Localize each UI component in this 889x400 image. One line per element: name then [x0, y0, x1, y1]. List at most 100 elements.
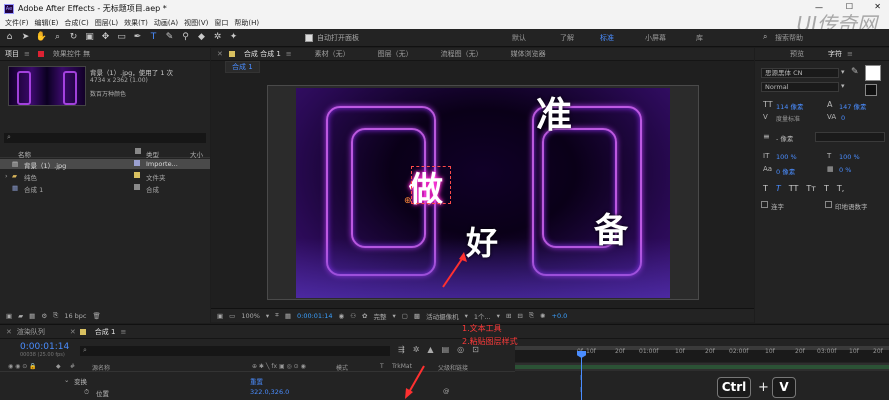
tab-preview[interactable]: 预览	[785, 49, 809, 59]
subscript-button[interactable]: T,	[837, 184, 844, 193]
anchor-tool-icon[interactable]: ✥	[99, 31, 112, 44]
col-type[interactable]: 类型	[146, 149, 159, 159]
col-size[interactable]: 大小	[190, 149, 203, 159]
panel-menu-icon[interactable]: ≡	[120, 328, 126, 336]
tab-project[interactable]: 项目	[0, 49, 24, 59]
stroke-color-swatch[interactable]	[865, 84, 877, 96]
col-name[interactable]: 名称	[18, 149, 31, 159]
timeline-search-input[interactable]: ⌕	[80, 346, 390, 356]
new-comp-icon[interactable]: ▦	[29, 312, 35, 320]
tab-media-browser[interactable]: 媒体浏览器	[506, 49, 551, 59]
font-family-select[interactable]: 思源黑体 CN	[761, 68, 839, 78]
file-row[interactable]: ▦ 合成 1 合成	[0, 183, 210, 194]
tab-render-queue[interactable]: 渲染队列	[12, 327, 50, 337]
close-tab-icon[interactable]: ✕	[217, 50, 223, 58]
dropdown-icon[interactable]: ▾	[266, 312, 269, 320]
views-select[interactable]: 1个...	[474, 311, 491, 321]
baseline-value[interactable]: 0 像素	[776, 166, 795, 176]
canvas-text-bei[interactable]: 备	[594, 203, 628, 252]
show-snapshot-icon[interactable]: ⚇	[350, 312, 356, 320]
hindi-digits-checkbox[interactable]	[825, 201, 832, 208]
shy-icon[interactable]: ▲	[427, 345, 433, 354]
superscript-button[interactable]: T	[824, 184, 829, 193]
keyframe-marker-icon[interactable]: I	[580, 386, 582, 394]
pickwhip-icon[interactable]: @	[443, 387, 450, 395]
frame-blend-icon[interactable]: ▤	[442, 345, 450, 354]
workspace-small-screen[interactable]: 小屏幕	[645, 33, 666, 43]
zoom-select[interactable]: 100%	[241, 312, 260, 320]
small-caps-button[interactable]: Tт	[806, 184, 816, 193]
stroke-type-select[interactable]	[815, 132, 885, 142]
font-size-value[interactable]: 114 像素	[776, 101, 803, 111]
hand-tool-icon[interactable]: ✋	[35, 31, 48, 44]
workspace-learn[interactable]: 了解	[560, 33, 574, 43]
snapshot-icon[interactable]: ◉	[339, 312, 345, 320]
tsume-value[interactable]: 0 %	[839, 166, 851, 174]
dropdown-icon[interactable]: ▾	[841, 82, 845, 90]
menu-file[interactable]: 文件(F)	[5, 18, 29, 28]
panel-menu-icon[interactable]: ≡	[847, 50, 853, 58]
brush-tool-icon[interactable]: ✎	[163, 31, 176, 44]
home-icon[interactable]: ⌂	[3, 31, 16, 44]
keyframe-marker-icon[interactable]: I	[580, 374, 582, 382]
menu-window[interactable]: 窗口	[214, 18, 228, 28]
tab-layer[interactable]: 图层（无）	[373, 49, 418, 59]
flowchart-icon[interactable]: ⎘	[529, 311, 534, 320]
pen-tool-icon[interactable]: ✒	[131, 31, 144, 44]
resolution-select[interactable]: 完整	[373, 311, 386, 321]
roto-tool-icon[interactable]: ✲	[211, 31, 224, 44]
interpret-footage-icon[interactable]: ▣	[6, 312, 12, 320]
col-source-name[interactable]: 源名称	[92, 363, 110, 372]
stroke-width-value[interactable]: - 像素	[776, 133, 793, 143]
rotate-tool-icon[interactable]: ↻	[67, 31, 80, 44]
position-row[interactable]: ⏱ 位置 322.0,326.0 @	[0, 387, 515, 398]
clone-tool-icon[interactable]: ⚲	[179, 31, 192, 44]
camera-select[interactable]: 活动摄像机	[426, 311, 459, 321]
time-ruler[interactable]: 0f 10f 20f 01:00f 10f 20f 02:00f 10f 20f…	[515, 346, 889, 362]
camera-tool-icon[interactable]: ▣	[83, 31, 96, 44]
workspace-standard[interactable]: 标准	[600, 33, 614, 43]
grid-icon[interactable]: ▦	[285, 312, 291, 320]
canvas-text-hao[interactable]: 好	[466, 218, 498, 264]
menu-animation[interactable]: 动画(A)	[154, 18, 178, 28]
new-folder-icon[interactable]: ▰	[18, 312, 23, 320]
tab-footage[interactable]: 素材（无）	[310, 49, 355, 59]
delete-icon[interactable]: 🗑	[93, 312, 101, 320]
panel-menu-icon[interactable]: ≡	[286, 50, 292, 58]
timeline-timecode[interactable]: 0:00:01:14	[20, 342, 69, 352]
col-mode[interactable]: 模式	[336, 363, 348, 372]
canvas-text-zhun[interactable]: 准	[536, 88, 572, 138]
menu-edit[interactable]: 编辑(E)	[35, 18, 59, 28]
expand-arrow-icon[interactable]: ⌄	[64, 376, 69, 384]
region-icon[interactable]: ▢	[402, 312, 408, 320]
transparency-grid-icon[interactable]: ▩	[414, 312, 420, 320]
layer-duration-bar[interactable]	[515, 365, 889, 369]
flowchart-icon[interactable]: ⎘	[53, 311, 58, 320]
rect-tool-icon[interactable]: ▭	[115, 31, 128, 44]
vertical-scale-value[interactable]: 100 %	[776, 153, 797, 161]
file-row[interactable]: ▤ 背景（1）.jpg Importe...	[0, 159, 210, 170]
leading-value[interactable]: 147 像素	[839, 101, 866, 111]
channel-icon[interactable]: ✿	[362, 312, 367, 320]
render-settings-icon[interactable]: ⚙	[41, 312, 47, 320]
selection-tool-icon[interactable]: ➤	[19, 31, 32, 44]
auto-open-checkbox[interactable]	[305, 34, 313, 42]
project-search-input[interactable]: ⌕	[4, 133, 206, 143]
comp-flow-icon[interactable]: ⇶	[398, 345, 405, 354]
panel-menu-icon[interactable]: ≡	[24, 50, 30, 58]
exposure-value[interactable]: +0.0	[552, 312, 568, 320]
menu-layer[interactable]: 图层(L)	[95, 18, 118, 28]
monitor-icon[interactable]: ▭	[229, 312, 235, 320]
puppet-tool-icon[interactable]: ✦	[227, 31, 240, 44]
ligature-checkbox[interactable]	[761, 201, 768, 208]
tab-timeline-comp[interactable]: 合成 1	[90, 327, 121, 337]
draft-3d-icon[interactable]: ✲	[413, 345, 420, 354]
file-row[interactable]: › ▰ 纯色 文件夹	[0, 171, 210, 182]
fill-color-swatch[interactable]	[865, 65, 881, 81]
dropdown-icon[interactable]: ▾	[392, 312, 395, 320]
transform-reset-link[interactable]: 重置	[250, 376, 263, 386]
all-caps-button[interactable]: TT	[789, 184, 799, 193]
stopwatch-icon[interactable]: ⏱	[84, 388, 89, 397]
bpc-label[interactable]: 16 bpc	[64, 312, 86, 320]
menu-view[interactable]: 视图(V)	[184, 18, 208, 28]
